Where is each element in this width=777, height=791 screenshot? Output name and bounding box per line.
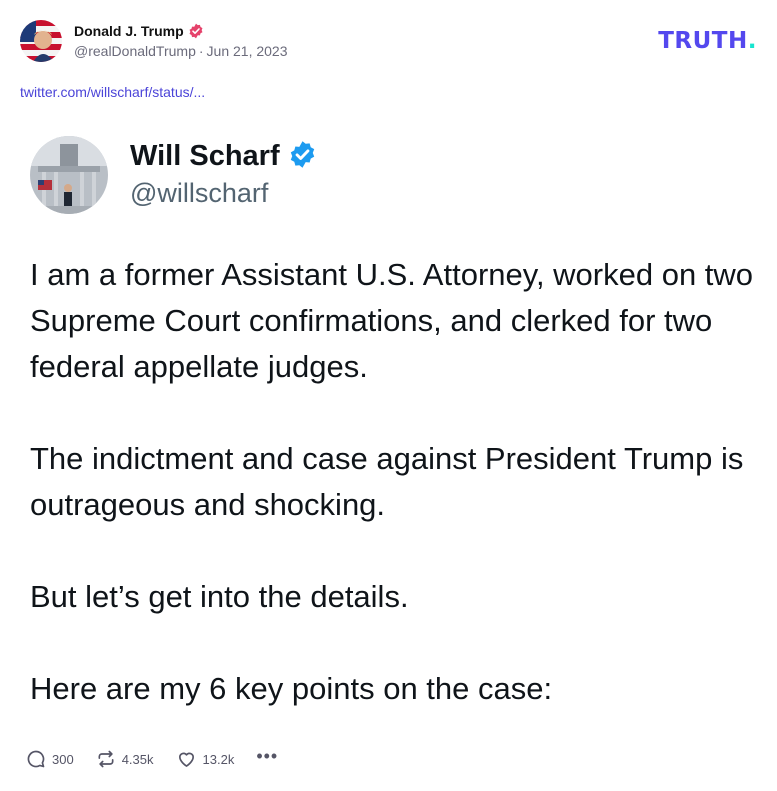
verified-badge-blue-icon — [280, 140, 317, 174]
author-name[interactable]: Donald J. Trump — [74, 23, 184, 39]
more-icon: ••• — [256, 746, 279, 766]
heart-icon — [176, 749, 197, 769]
reply-button[interactable]: 300 — [26, 749, 74, 769]
author-handle[interactable]: @realDonaldTrump — [74, 43, 196, 59]
tweet-author-handle: @willscharf — [130, 177, 269, 208]
more-button[interactable]: ••• — [256, 747, 278, 765]
tweet-body: I am a former Assistant U.S. Attorney, w… — [30, 252, 760, 712]
tweet-paragraph: The indictment and case against Presiden… — [30, 441, 744, 522]
tweet-user: Will Scharf @willscharf — [130, 140, 317, 209]
like-count: 13.2k — [202, 751, 235, 767]
retruth-count: 4.35k — [121, 751, 154, 767]
avatar[interactable] — [20, 20, 62, 62]
reply-icon — [26, 749, 46, 769]
reply-count: 300 — [52, 751, 74, 767]
verified-badge-red-icon — [188, 23, 204, 39]
tweet-author-name: Will Scharf — [130, 140, 280, 172]
post-date[interactable]: Jun 21, 2023 — [207, 43, 288, 59]
action-bar: 300 4.35k 13.2k ••• — [26, 747, 300, 769]
truth-logo[interactable]: TRUTH. — [658, 28, 757, 54]
embedded-tweet-header: Will Scharf @willscharf — [30, 136, 317, 214]
truth-social-post: Donald J. Trump @realDonaldTrump · Jun 21,… — [0, 0, 777, 791]
tweet-avatar — [30, 136, 108, 214]
truth-logo-text: TRUTH — [658, 28, 748, 54]
post-header: Donald J. Trump @realDonaldTrump · Jun 21,… — [20, 20, 288, 62]
meta-separator: · — [198, 43, 204, 59]
retruth-button[interactable]: 4.35k — [96, 749, 154, 769]
author-meta: @realDonaldTrump · Jun 21, 2023 — [74, 43, 288, 59]
tweet-name-row: Will Scharf — [130, 140, 317, 174]
truth-logo-dot: . — [747, 28, 757, 54]
retruth-icon — [96, 749, 116, 769]
tweet-paragraph: But let’s get into the details. — [30, 579, 409, 614]
author-info: Donald J. Trump @realDonaldTrump · Jun 21,… — [74, 23, 288, 59]
tweet-link[interactable]: twitter.com/willscharf/status/... — [20, 84, 205, 100]
author-row: Donald J. Trump — [74, 23, 288, 39]
tweet-paragraph: I am a former Assistant U.S. Attorney, w… — [30, 257, 754, 384]
tweet-paragraph: Here are my 6 key points on the case: — [30, 671, 553, 706]
like-button[interactable]: 13.2k — [176, 749, 235, 769]
